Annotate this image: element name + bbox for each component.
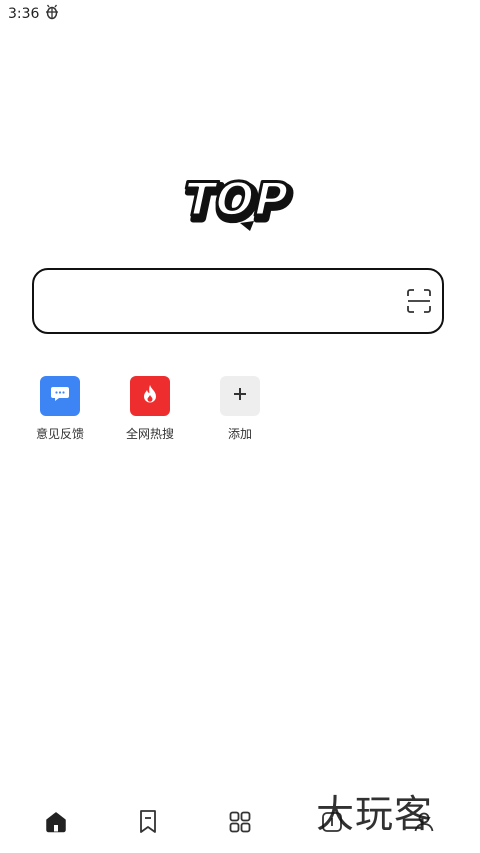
grid-icon <box>228 810 252 838</box>
shortcut-feedback[interactable]: 意见反馈 <box>30 376 90 442</box>
shortcut-hot-search[interactable]: 全网热搜 <box>120 376 180 442</box>
shortcut-feedback-tile[interactable] <box>40 376 80 416</box>
watermark-text: 大玩客 <box>316 792 434 836</box>
shortcut-label: 意见反馈 <box>35 427 84 441</box>
chat-bubble-icon <box>50 385 70 407</box>
status-time: 3:36 <box>8 6 40 22</box>
nav-bookmarks[interactable] <box>128 804 168 844</box>
shortcut-add-tile[interactable] <box>220 376 260 416</box>
nav-apps[interactable] <box>220 804 260 844</box>
shortcut-label: 全网热搜 <box>125 427 174 441</box>
top-logo: TOP TOP <box>177 165 302 235</box>
shortcut-grid: 意见反馈 全网热搜 添加 <box>30 376 270 442</box>
browser-home-screen: 3:36 TOP TOP 意见反馈 全网热搜 添加 大玩客 <box>0 0 480 853</box>
status-bar: 3:36 <box>8 4 59 24</box>
search-input[interactable] <box>32 268 444 334</box>
scan-icon[interactable] <box>406 288 432 314</box>
flame-icon <box>141 384 159 408</box>
shortcut-label: 添加 <box>227 427 252 441</box>
bookmark-icon <box>136 809 160 839</box>
shortcut-add[interactable]: 添加 <box>210 376 270 442</box>
nav-home[interactable] <box>36 804 76 844</box>
shortcut-hot-search-tile[interactable] <box>130 376 170 416</box>
home-icon <box>44 810 68 838</box>
logo-text: TOP <box>178 172 294 225</box>
plus-icon <box>232 386 248 406</box>
bug-icon <box>45 4 59 24</box>
